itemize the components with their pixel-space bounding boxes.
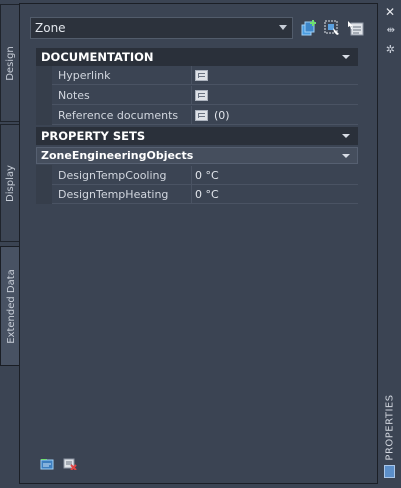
tab-design-label: Design: [4, 45, 16, 81]
add-property-set-icon[interactable]: [300, 19, 318, 37]
property-sets-title: PROPERTY SETS: [41, 129, 146, 143]
tab-display[interactable]: Display: [0, 124, 19, 242]
row-gutter: [36, 66, 52, 125]
property-set-group-header[interactable]: ZoneEngineeringObjects: [36, 147, 358, 164]
auto-hide-icon[interactable]: ⇹: [387, 25, 395, 36]
palette-title: PROPERTIES: [382, 392, 398, 462]
row-label: DesignTempCooling: [52, 166, 192, 184]
row-value[interactable]: 0 °C: [195, 188, 219, 201]
row-label: DesignTempHeating: [52, 185, 192, 203]
property-set-group-name: ZoneEngineeringObjects: [41, 149, 194, 162]
object-type-dropdown[interactable]: Zone: [30, 17, 293, 39]
palette-title-text: PROPERTIES: [384, 393, 396, 461]
edit-property-set-icon[interactable]: [40, 458, 54, 470]
chevron-down-icon[interactable]: [279, 25, 287, 30]
documentation-row-notes[interactable]: Notes: [52, 86, 358, 105]
collapse-icon[interactable]: [342, 134, 350, 138]
collapse-icon[interactable]: [342, 154, 350, 158]
remove-property-set-icon[interactable]: [63, 458, 77, 470]
tab-extended-data[interactable]: Extended Data: [0, 246, 21, 366]
row-label: Hyperlink: [52, 66, 192, 84]
quick-select-icon[interactable]: [347, 19, 365, 37]
documentation-row-hyperlink[interactable]: Hyperlink: [52, 66, 358, 85]
document-icon[interactable]: [195, 109, 208, 121]
object-type-value: Zone: [35, 21, 66, 35]
documentation-title: DOCUMENTATION: [41, 50, 154, 64]
tab-extended-data-label: Extended Data: [5, 268, 17, 344]
property-row-design-temp-cooling[interactable]: DesignTempCooling 0 °C: [52, 166, 358, 185]
collapse-icon[interactable]: [342, 55, 350, 59]
property-sets-section-header[interactable]: PROPERTY SETS: [36, 127, 358, 145]
settings-icon[interactable]: ✲: [386, 43, 395, 56]
tab-display-label: Display: [4, 164, 16, 202]
reference-count: (0): [214, 108, 230, 122]
documentation-row-reference-documents[interactable]: Reference documents (0): [52, 106, 358, 125]
property-row-design-temp-heating[interactable]: DesignTempHeating 0 °C: [52, 185, 358, 204]
row-label: Notes: [52, 86, 192, 104]
document-icon[interactable]: [195, 89, 208, 101]
document-icon[interactable]: [195, 69, 208, 81]
row-value[interactable]: 0 °C: [195, 169, 219, 182]
close-icon[interactable]: ✕: [385, 5, 395, 19]
tab-design[interactable]: Design: [0, 4, 19, 122]
documentation-section-header[interactable]: DOCUMENTATION: [36, 48, 358, 66]
palette-icon: [384, 465, 395, 478]
select-objects-icon[interactable]: [323, 19, 341, 37]
row-label: Reference documents: [52, 106, 192, 124]
row-gutter: [36, 165, 52, 204]
